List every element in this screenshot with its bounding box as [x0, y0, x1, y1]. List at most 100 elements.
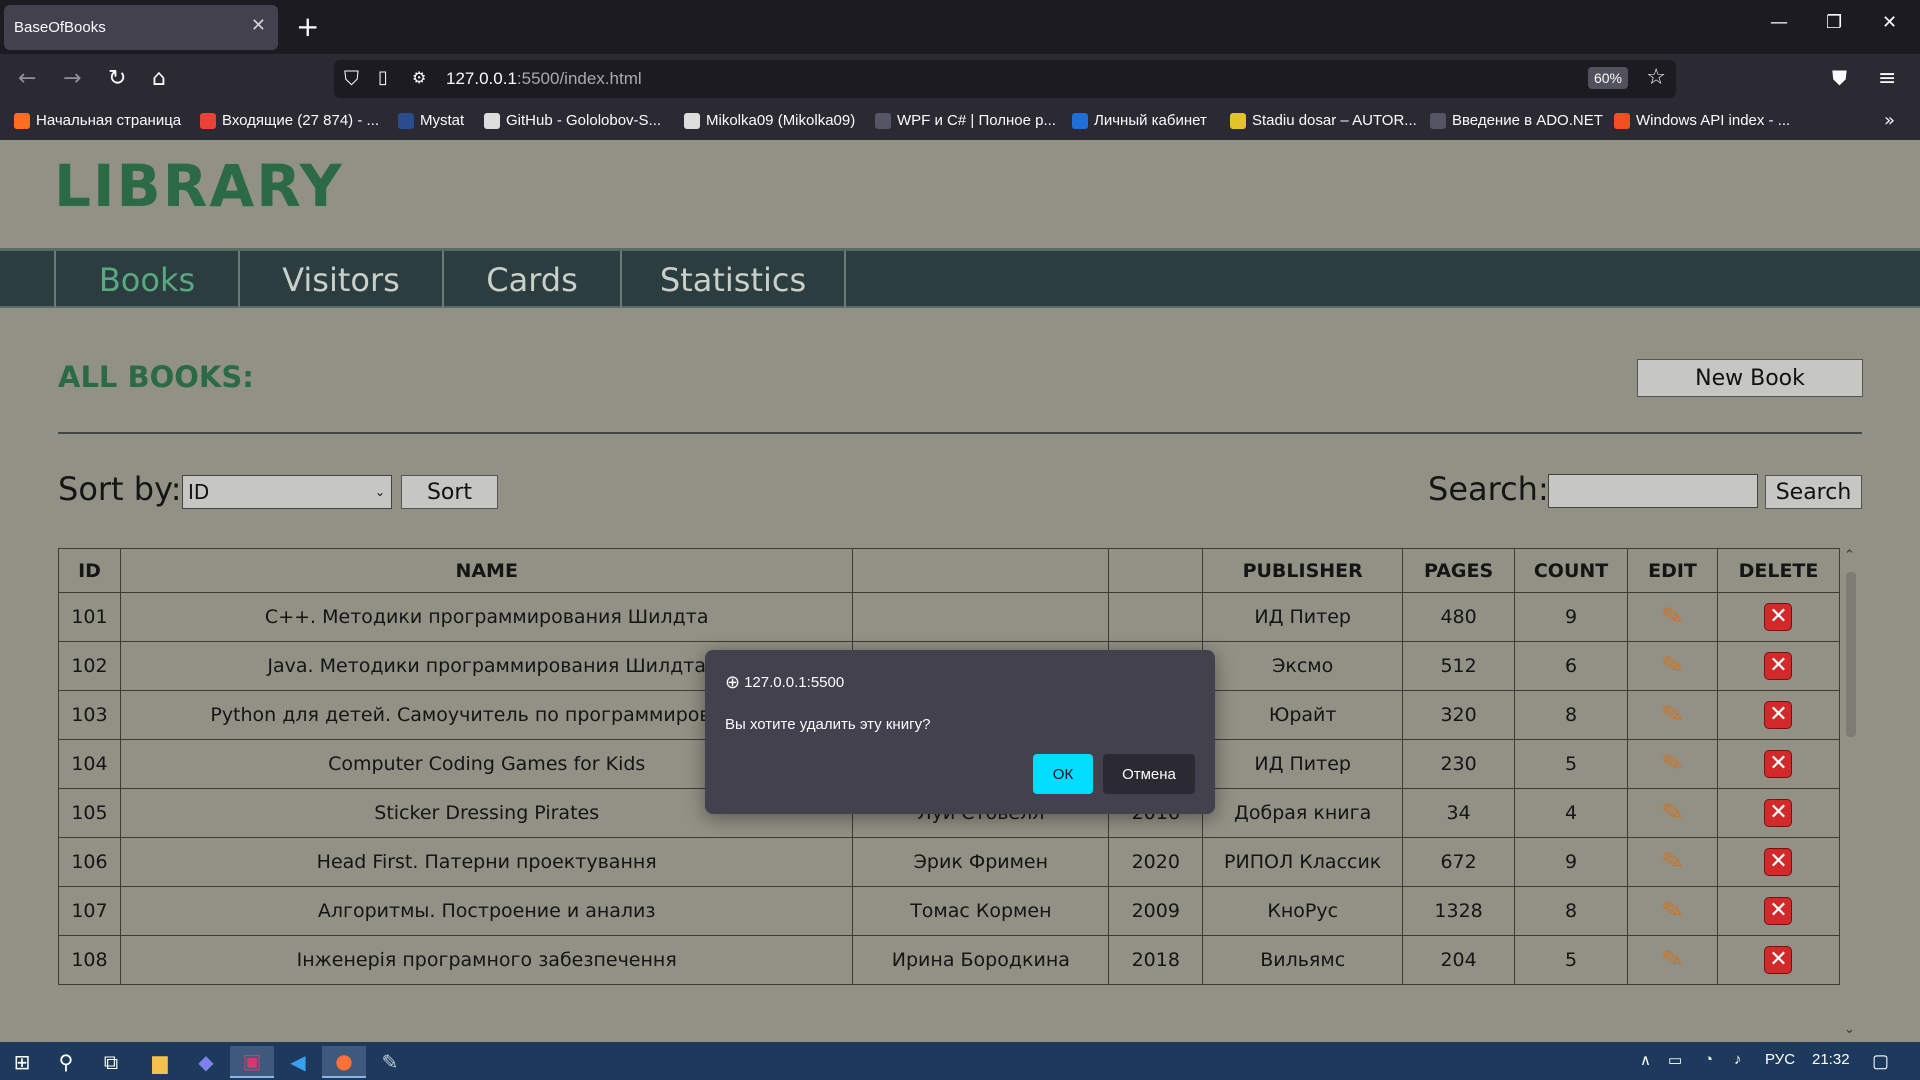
ok-button[interactable]: ОК	[1033, 754, 1093, 794]
table-cell: КноРус	[1202, 886, 1404, 936]
forward-icon[interactable]: →	[63, 66, 81, 91]
permissions-icon[interactable]: ⚙	[412, 68, 426, 87]
menu-visitors[interactable]: Visitors	[238, 251, 442, 308]
bookmark-favicon-icon	[875, 112, 891, 129]
delete-icon[interactable]: ✕	[1764, 603, 1793, 631]
column-header[interactable]: PUBLISHER	[1202, 548, 1404, 593]
column-header[interactable]: PAGES	[1402, 548, 1516, 593]
column-header[interactable]: COUNT	[1514, 548, 1629, 593]
menu-books[interactable]: Books	[54, 251, 238, 308]
delete-icon[interactable]: ✕	[1764, 701, 1793, 729]
table-cell: Інженерія програмного забезпечення	[119, 935, 854, 985]
pencil-icon[interactable]: ✎	[1659, 796, 1686, 829]
pencil-icon[interactable]: ✎	[1659, 698, 1686, 731]
close-tab-icon[interactable]: ✕	[251, 15, 266, 36]
teams-icon[interactable]: ◆	[184, 1046, 228, 1078]
delete-icon[interactable]: ✕	[1764, 848, 1793, 876]
delete-icon[interactable]: ✕	[1764, 750, 1793, 778]
file-explorer-icon[interactable]: ▆	[138, 1046, 182, 1078]
reload-icon[interactable]: ↻	[108, 66, 126, 91]
back-icon[interactable]: ←	[18, 66, 36, 91]
url-text[interactable]: 127.0.0.1:5500/index.html	[446, 69, 642, 89]
language-indicator[interactable]: РУС	[1765, 1051, 1795, 1068]
pencil-icon[interactable]: ✎	[1659, 894, 1686, 927]
task-view-icon[interactable]: ⧉	[89, 1046, 133, 1078]
wifi-icon[interactable]: ◔	[1704, 1051, 1713, 1068]
sort-select[interactable]: ID ⌄	[182, 475, 392, 509]
browser-tab[interactable]: BaseOfBooks ✕	[4, 5, 278, 50]
minimize-icon[interactable]: —	[1770, 12, 1788, 33]
tray-chevron-icon[interactable]: ∧	[1640, 1051, 1651, 1069]
column-header[interactable]: DELETE	[1716, 548, 1840, 593]
delete-icon[interactable]: ✕	[1764, 897, 1793, 925]
pencil-icon[interactable]: ✎	[1659, 747, 1686, 780]
bookmark-item[interactable]: Mikolka09 (Mikolka09)	[684, 112, 855, 129]
search-input[interactable]	[1548, 474, 1758, 508]
more-bookmarks-icon[interactable]: »	[1884, 110, 1895, 131]
clock[interactable]: 21:32	[1812, 1051, 1850, 1068]
volume-icon[interactable]: ♪	[1734, 1051, 1742, 1068]
new-tab-icon[interactable]: +	[296, 10, 319, 44]
edit-cell: ✎	[1627, 886, 1718, 936]
new-book-button[interactable]: New Book	[1637, 359, 1863, 397]
delete-icon[interactable]: ✕	[1764, 652, 1793, 680]
delete-icon[interactable]: ✕	[1764, 946, 1793, 974]
bookmark-item[interactable]: Windows API index - ...	[1614, 112, 1790, 129]
notifications-icon[interactable]: ▢	[1872, 1051, 1889, 1072]
vscode-icon[interactable]: ◀	[276, 1046, 320, 1078]
bookmark-item[interactable]: Входящие (27 874) - ...	[200, 112, 379, 129]
sort-button[interactable]: Sort	[401, 475, 498, 509]
cancel-button[interactable]: Отмена	[1103, 754, 1195, 794]
url-bar[interactable]: ⛉ ▯ ⚙ 127.0.0.1:5500/index.html 60% ☆	[334, 60, 1676, 98]
scroll-down-icon[interactable]: ⌄	[1844, 1022, 1855, 1037]
column-header[interactable]	[1108, 548, 1204, 593]
bookmark-favicon-icon	[200, 112, 216, 129]
pocket-icon[interactable]: ⛊	[1832, 66, 1847, 90]
pencil-icon[interactable]: ✎	[1659, 649, 1686, 682]
zoom-indicator[interactable]: 60%	[1587, 67, 1628, 89]
column-header[interactable]: NAME	[119, 548, 854, 593]
search-button[interactable]: Search	[1765, 475, 1862, 509]
shield-icon[interactable]: ⛉	[344, 66, 359, 90]
home-icon[interactable]: ⌂	[152, 66, 166, 91]
restore-icon[interactable]: ❐	[1826, 12, 1842, 33]
bookmarks-bar: Начальная страница Входящие (27 874) - ..…	[0, 104, 1920, 140]
scroll-up-icon[interactable]: ⌃	[1844, 548, 1855, 563]
column-header[interactable]: EDIT	[1627, 548, 1718, 593]
bookmark-item[interactable]: WPF и C# | Полное р...	[875, 112, 1056, 129]
bookmark-item[interactable]: Начальная страница	[14, 112, 181, 129]
column-header[interactable]: ID	[58, 548, 121, 593]
scroll-thumb[interactable]	[1846, 572, 1856, 737]
bookmark-item[interactable]: Личный кабинет	[1072, 112, 1207, 129]
battery-icon[interactable]: ▭	[1668, 1051, 1682, 1069]
delete-icon[interactable]: ✕	[1764, 799, 1793, 827]
menu-cards[interactable]: Cards	[442, 251, 620, 308]
bookmark-item[interactable]: GitHub - Gololobov-S...	[484, 112, 661, 129]
app-icon-2[interactable]: ✎	[368, 1046, 412, 1078]
edit-cell: ✎	[1627, 641, 1718, 691]
firefox-icon[interactable]: ●	[322, 1046, 366, 1078]
table-row: 101 C++. Методики программирования Шилдта…	[58, 592, 1840, 642]
pencil-icon[interactable]: ✎	[1659, 943, 1686, 976]
bookmark-item[interactable]: Введение в ADO.NET	[1430, 112, 1603, 129]
table-cell: 204	[1402, 935, 1516, 985]
table-cell: 480	[1402, 592, 1516, 642]
menu-statistics[interactable]: Statistics	[620, 251, 846, 308]
search-icon[interactable]: ⚲	[44, 1046, 88, 1078]
bookmark-item[interactable]: Stadiu dosar – AUTOR...	[1230, 112, 1417, 129]
bookmark-favicon-icon	[684, 112, 700, 129]
pencil-icon[interactable]: ✎	[1659, 600, 1686, 633]
globe-icon: ⊕	[725, 672, 741, 692]
table-cell: 320	[1402, 690, 1516, 740]
edit-cell: ✎	[1627, 837, 1718, 887]
bookmark-item[interactable]: Mystat	[398, 112, 464, 129]
column-header[interactable]	[852, 548, 1110, 593]
app-icon[interactable]: ▣	[230, 1046, 274, 1078]
table-cell: РИПОЛ Классик	[1202, 837, 1404, 887]
bookmark-star-icon[interactable]: ☆	[1646, 65, 1666, 90]
close-window-icon[interactable]: ✕	[1882, 12, 1897, 33]
table-scrollbar[interactable]: ⌃ ⌄	[1842, 548, 1860, 1042]
windows-start-icon[interactable]: ⊞	[0, 1046, 44, 1078]
pencil-icon[interactable]: ✎	[1659, 845, 1686, 878]
menu-icon[interactable]: ≡	[1878, 66, 1896, 91]
